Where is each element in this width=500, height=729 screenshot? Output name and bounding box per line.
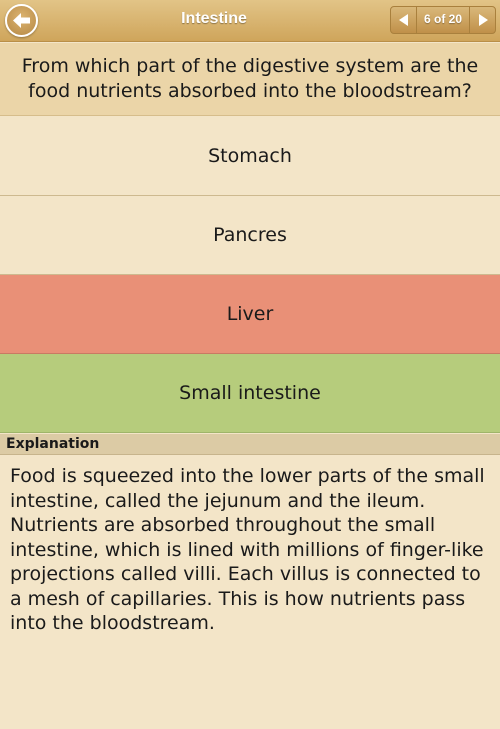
top-bar: Intestine 6 of 20 <box>0 0 500 42</box>
triangle-right-icon <box>479 14 488 26</box>
question-pager: 6 of 20 <box>390 6 496 34</box>
back-button[interactable] <box>5 4 38 37</box>
explanation-header: Explanation <box>0 434 500 455</box>
answer-option-liver-wrong[interactable]: Liver <box>0 275 500 354</box>
explanation-text: Food is squeezed into the lower parts of… <box>10 465 485 634</box>
answer-option-small-intestine-correct[interactable]: Small intestine <box>0 354 500 433</box>
answer-option-stomach[interactable]: Stomach <box>0 117 500 196</box>
question-text: From which part of the digestive system … <box>0 43 500 116</box>
page-title: Intestine <box>181 10 247 27</box>
answer-option-pancres[interactable]: Pancres <box>0 196 500 275</box>
question-counter: 6 of 20 <box>423 12 462 26</box>
back-arrow-icon <box>13 13 30 28</box>
triangle-left-icon <box>399 14 408 26</box>
next-question-button[interactable] <box>469 7 495 33</box>
previous-question-button[interactable] <box>391 7 417 33</box>
